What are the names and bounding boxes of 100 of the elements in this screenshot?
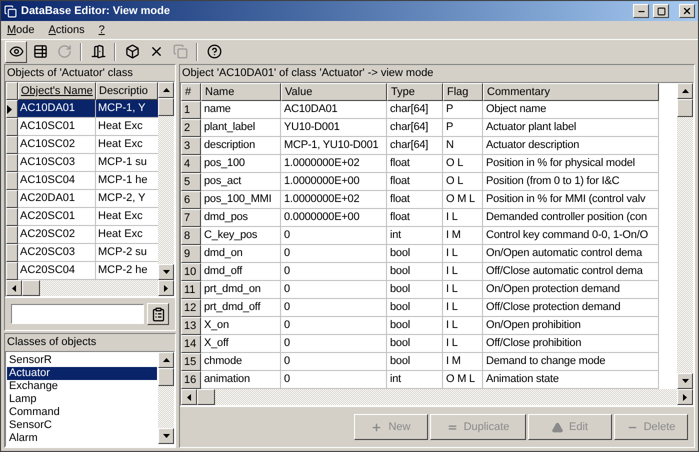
table-row[interactable]: AC20DA01 MCP-2, Y bbox=[6, 190, 158, 208]
scroll-thumb[interactable] bbox=[677, 99, 693, 117]
menu-item[interactable]: ? bbox=[96, 22, 107, 38]
row-header[interactable] bbox=[6, 136, 18, 154]
eye-tool-button[interactable] bbox=[5, 40, 27, 62]
table-row[interactable]: AC20SC01 Heat Exc bbox=[6, 208, 158, 226]
table-cell: bool bbox=[387, 317, 443, 335]
column-header[interactable]: Type bbox=[387, 83, 443, 101]
row-header[interactable] bbox=[6, 262, 18, 280]
table-cell: bool bbox=[387, 335, 443, 353]
row-header[interactable] bbox=[6, 244, 18, 262]
row-number: 8 bbox=[181, 227, 201, 245]
find-button[interactable] bbox=[147, 303, 169, 325]
column-header[interactable]: Descriptio bbox=[96, 82, 158, 100]
down-arrow-icon bbox=[162, 434, 170, 438]
close-button[interactable] bbox=[679, 4, 695, 18]
table-row[interactable]: AC10DA01 MCP-1, Y bbox=[6, 100, 158, 118]
table-cell: dmd_pos bbox=[201, 209, 281, 227]
table-cell: Actuator description bbox=[483, 137, 659, 155]
list-item[interactable]: Actuator bbox=[7, 367, 157, 380]
table-cell: 0 bbox=[281, 317, 387, 335]
panel-title: Object 'AC10DA01' of class 'Actuator' -> view mode bbox=[181, 66, 434, 81]
column-header[interactable]: Commentary bbox=[483, 83, 659, 101]
left-arrow-icon bbox=[187, 394, 191, 400]
table-cell: 0 bbox=[281, 353, 387, 371]
table-cell: plant_label bbox=[201, 119, 281, 137]
table-cell: pos_act bbox=[201, 173, 281, 191]
table-cell: YU10-D001 bbox=[281, 119, 387, 137]
table-cell: char[64] bbox=[387, 137, 443, 155]
table-cell: bool bbox=[387, 245, 443, 263]
horizontal-scrollbar[interactable] bbox=[6, 280, 174, 296]
table-cell: I L bbox=[443, 335, 483, 353]
table-cell: int bbox=[387, 227, 443, 245]
vertical-scrollbar[interactable] bbox=[677, 83, 693, 389]
table-cell: I L bbox=[443, 281, 483, 299]
column-header[interactable]: Name bbox=[201, 83, 281, 101]
table-cell: Actuator plant label bbox=[483, 119, 659, 137]
row-number: 15 bbox=[181, 353, 201, 371]
list-item[interactable]: SensorC bbox=[7, 419, 157, 432]
table-row[interactable]: AC20SC03 MCP-2 su bbox=[6, 244, 158, 262]
menu-item[interactable]: Actions bbox=[46, 22, 87, 38]
row-header[interactable] bbox=[6, 208, 18, 226]
table-cell: 1.0000000E+00 bbox=[281, 173, 387, 191]
table-cell: Control key command 0-0, 1-On/O bbox=[483, 227, 659, 245]
up-arrow-icon bbox=[162, 358, 170, 362]
table-cell: On/Open automatic control dema bbox=[483, 245, 659, 263]
table-cell: O M L bbox=[443, 191, 483, 209]
table-cell: description bbox=[201, 137, 281, 155]
right-arrow-icon bbox=[683, 394, 687, 400]
table-row[interactable]: AC10SC04 MCP-1 he bbox=[6, 172, 158, 190]
row-number: 12 bbox=[181, 299, 201, 317]
table-row[interactable]: AC10SC02 Heat Exc bbox=[6, 136, 158, 154]
minimize-button[interactable] bbox=[633, 4, 649, 18]
table-cell: I L bbox=[443, 245, 483, 263]
row-header[interactable] bbox=[6, 118, 18, 136]
column-header[interactable]: Value bbox=[281, 83, 387, 101]
list-item[interactable]: Exchange bbox=[7, 380, 157, 393]
column-header[interactable]: Flag bbox=[443, 83, 483, 101]
row-header[interactable] bbox=[6, 172, 18, 190]
list-item[interactable]: Command bbox=[7, 406, 157, 419]
search-field[interactable] bbox=[11, 304, 144, 324]
row-header[interactable] bbox=[6, 154, 18, 172]
table-row[interactable]: AC10SC03 MCP-1 su bbox=[6, 154, 158, 172]
row-header[interactable] bbox=[6, 190, 18, 208]
vertical-scrollbar[interactable] bbox=[158, 82, 174, 280]
column-header[interactable]: # bbox=[181, 83, 201, 101]
list-item[interactable]: SensorR bbox=[7, 354, 157, 367]
table-cell: I M bbox=[443, 353, 483, 371]
horizontal-scrollbar[interactable] bbox=[181, 389, 693, 405]
scroll-thumb[interactable] bbox=[22, 280, 40, 296]
list-item[interactable]: Alarm bbox=[7, 432, 157, 445]
menu-item[interactable]: Mode bbox=[5, 22, 37, 38]
table-row[interactable]: AC10SC01 Heat Exc bbox=[6, 118, 158, 136]
list-item[interactable]: Lamp bbox=[7, 393, 157, 406]
table-row[interactable]: AC20SC02 Heat Exc bbox=[6, 226, 158, 244]
scroll-thumb[interactable] bbox=[197, 389, 215, 405]
row-header[interactable] bbox=[6, 100, 18, 118]
table-cell: 0 bbox=[281, 299, 387, 317]
row-number: 14 bbox=[181, 335, 201, 353]
up-arrow-icon bbox=[162, 88, 170, 92]
table-cell: Object name bbox=[483, 101, 659, 119]
table-cell: Demanded controller position (con bbox=[483, 209, 659, 227]
row-header[interactable] bbox=[6, 226, 18, 244]
row-number: 9 bbox=[181, 245, 201, 263]
triangle-icon bbox=[552, 422, 564, 432]
scroll-thumb[interactable] bbox=[158, 368, 174, 386]
table-cell: P bbox=[443, 101, 483, 119]
row-number: 13 bbox=[181, 317, 201, 335]
cube-icon bbox=[124, 44, 140, 59]
vertical-scrollbar[interactable] bbox=[158, 352, 174, 444]
right-arrow-icon bbox=[164, 284, 168, 292]
row-number: 3 bbox=[181, 137, 201, 155]
table-cell: 1.0000000E+02 bbox=[281, 155, 387, 173]
table-cell: On/Open prohibition bbox=[483, 317, 659, 335]
table-cell: bool bbox=[387, 281, 443, 299]
table-cell: I L bbox=[443, 299, 483, 317]
scroll-thumb[interactable] bbox=[158, 98, 174, 116]
column-header[interactable]: Object's Name bbox=[18, 82, 96, 100]
maximize-button[interactable] bbox=[653, 4, 669, 18]
table-cell: O L bbox=[443, 155, 483, 173]
